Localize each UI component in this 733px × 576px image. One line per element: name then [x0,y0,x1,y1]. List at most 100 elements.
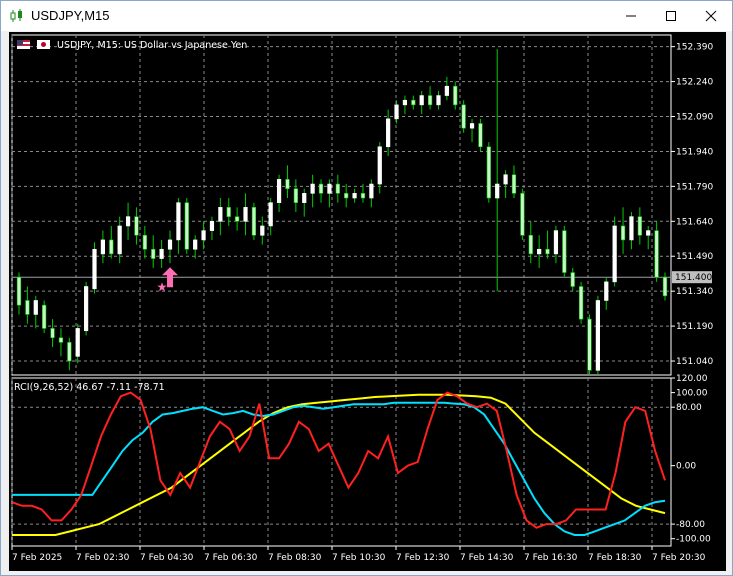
candle [520,188,525,240]
candle-body [117,225,122,255]
maximize-button[interactable] [651,1,691,31]
candle [629,211,634,250]
candle-body [537,248,542,255]
candle [209,216,215,240]
candle-body [218,207,223,222]
time-tick-label: 7 Feb 10:30 [332,553,386,563]
candle [268,198,273,236]
candle-body [25,300,30,315]
candle-body [134,216,139,236]
candle-body [293,188,298,203]
price-tick-label: 151.190 [676,322,713,332]
candle-body [394,104,399,120]
minimize-icon [626,15,636,17]
svg-text:151.400: 151.400 [675,273,712,283]
candle [42,300,47,334]
candle-body [125,216,131,227]
candle [587,314,592,375]
candle [302,188,307,217]
candle-body [276,179,282,203]
candle [142,225,147,259]
candle-body [92,248,97,290]
candle [335,174,340,203]
candle-body [167,239,173,250]
candle-body [444,85,449,96]
candle [646,225,651,250]
time-tick-label: 7 Feb 04:30 [140,553,194,563]
candle [276,174,282,212]
chart-area[interactable]: 152.390 152.240 152.090 151.940 151.790 151.6… [9,32,726,571]
candle [33,295,38,329]
current-price-tag: 151.400 [672,271,712,284]
candle [318,179,324,203]
candle-body [595,300,600,371]
candle [612,216,617,287]
candle-body [84,286,89,332]
candle [377,142,382,194]
candle-body [654,230,659,278]
candle [50,319,55,348]
price-tick-label: 151.640 [676,217,713,227]
time-tick-label: 7 Feb 14:30 [460,553,514,563]
candle-body [251,207,257,236]
candle [419,90,424,115]
candle-body [520,193,525,236]
candle-body [369,183,374,199]
candle [293,179,298,212]
time-tick-label: 7 Feb 20:30 [652,553,706,563]
candle [453,81,458,110]
candle-body [620,225,626,241]
candle-body [562,230,567,273]
price-tick-label: 151.790 [676,182,713,192]
candle-body [662,276,668,297]
candle [109,225,114,259]
title-bar[interactable]: USDJPY,M15 [1,1,732,31]
price-axis: 152.390 152.240 152.090 151.940 151.790 151.6… [671,43,713,367]
candle [579,281,584,324]
candle-body [159,248,164,259]
candle-body [58,337,64,343]
candle-body [33,300,38,315]
candle [553,225,559,264]
rci-tick-label: 80.00 [676,403,702,413]
candle [394,100,399,124]
candle [495,48,500,292]
candle-body [327,183,332,194]
price-tick-label: 152.090 [676,113,713,123]
candle-body [268,202,273,227]
candle-body [16,276,22,306]
candle-body [50,328,55,339]
candle [67,337,72,371]
candle-body [67,342,72,362]
price-tick-label: 152.240 [676,78,713,88]
minimize-button[interactable] [611,1,651,31]
close-button[interactable] [691,1,731,31]
candle-body [243,207,248,222]
candle-body [419,95,424,106]
candle-body [360,193,366,199]
candle-body [226,207,231,217]
candle-body [486,146,491,199]
candle [327,179,332,208]
candle-body [235,216,240,222]
candle [125,202,131,240]
candle-body [461,104,466,129]
price-tick-label: 151.040 [676,357,713,367]
candle [16,272,22,315]
candle-body [402,99,408,106]
candle [176,198,181,254]
candle [75,323,80,364]
candle [201,221,206,250]
chart-canvas[interactable]: 152.390 152.240 152.090 151.940 151.790 151.6… [9,32,726,571]
candle [235,207,240,231]
candle [427,86,433,110]
price-tick-label: 151.940 [676,147,713,157]
candle-body [637,216,642,236]
candle [100,230,105,264]
rci-mid-line [12,401,666,536]
candle-body [151,248,156,259]
candle [537,235,542,268]
candle [570,267,575,292]
candle [92,242,97,294]
rci-tick-label: -100.00 [676,535,711,545]
